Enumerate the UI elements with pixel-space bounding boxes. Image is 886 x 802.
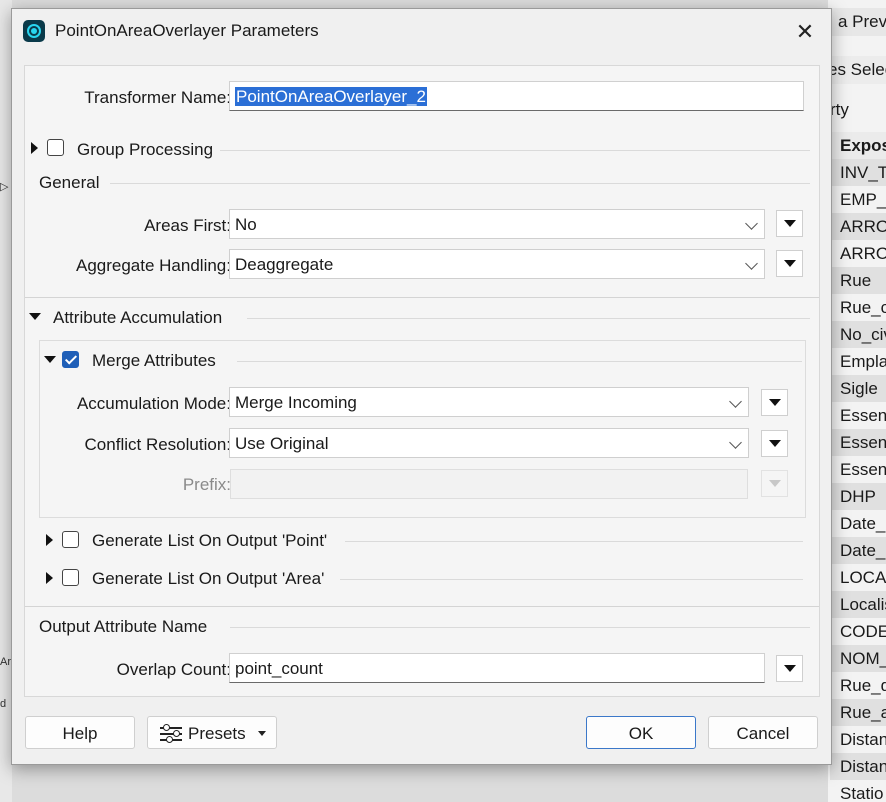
background-list-item[interactable]: Rue_d [830,672,886,699]
background-list-item[interactable]: Sigle [830,375,886,402]
background-list-item[interactable]: Localis [830,591,886,618]
background-list-item[interactable]: Date_I [830,537,886,564]
parameters-dialog: PointOnAreaOverlayer Parameters ✕ Transf… [11,8,832,765]
background-list-item[interactable]: No_civ [830,321,886,348]
divider [345,541,803,542]
merge-attributes-collapse-icon[interactable] [44,356,56,363]
presets-button[interactable]: Presets [147,716,277,749]
background-list-item[interactable]: DHP [830,483,886,510]
prefix-menu-button [761,470,788,497]
prefix-input [230,469,748,499]
background-list-item[interactable]: EMP_N [830,186,886,213]
areas-first-select[interactable]: No [229,209,765,239]
conflict-resolution-menu-button[interactable] [761,430,788,457]
areas-first-label: Areas First: [144,216,231,235]
background-list-item[interactable]: INV_T [830,159,886,186]
areas-first-value: No [235,215,257,234]
divider [340,579,803,580]
background-list-item[interactable]: NOM_ [830,645,886,672]
background-list-item[interactable]: Distan [830,726,886,753]
attribute-accumulation-collapse-icon[interactable] [29,313,41,320]
fme-app-icon [23,20,45,42]
background-tab-selection[interactable]: es Selec [828,56,886,84]
chevron-down-icon [745,257,758,270]
conflict-resolution-value: Use Original [235,434,329,453]
merge-attributes-label: Merge Attributes [92,351,216,370]
background-right-panel: a Previe es Selec rty Expos INV_T EMP_N … [828,0,886,802]
divider [230,627,810,628]
close-button[interactable]: ✕ [782,17,828,47]
background-list-item[interactable]: Essenc [830,402,886,429]
background-list-item[interactable]: ARRO [830,240,886,267]
accumulation-mode-select[interactable]: Merge Incoming [229,387,749,417]
group-processing-label: Group Processing [77,140,214,159]
background-list-item[interactable]: Rue_a [830,699,886,726]
background-attribute-list: Expos INV_T EMP_N ARRO ARRO Rue Rue_c No… [830,132,886,802]
overlap-count-menu-button[interactable] [776,655,803,682]
list-area-expand-icon[interactable] [46,572,53,584]
list-area-label: Generate List On Output 'Area' [92,569,325,588]
background-list-item[interactable]: Rue [830,267,886,294]
title-bar[interactable]: PointOnAreaOverlayer Parameters ✕ [12,9,831,53]
aggregate-handling-menu-button[interactable] [776,250,803,277]
background-list-item[interactable]: ARRO [830,213,886,240]
list-point-checkbox[interactable] [62,531,79,548]
sliders-icon [160,724,182,743]
divider [110,183,810,184]
divider [247,318,810,319]
divider [237,361,802,362]
background-list-item[interactable]: Statio [830,780,886,802]
list-area-checkbox[interactable] [62,569,79,586]
chevron-down-icon [729,436,742,449]
chevron-down-icon [258,731,266,736]
background-list-item[interactable]: LOCAL [830,564,886,591]
presets-label: Presets [188,724,246,743]
list-point-expand-icon[interactable] [46,534,53,546]
background-list-item[interactable]: Rue_c [830,294,886,321]
background-left-mark: d [0,698,7,710]
background-list-item[interactable]: Essenc [830,429,886,456]
aggregate-handling-label: Aggregate Handling: [75,256,231,275]
background-tab-preview[interactable]: a Previe [828,8,886,36]
chevron-down-icon [745,217,758,230]
background-list-item[interactable]: Essenc [830,456,886,483]
divider [25,606,819,607]
cancel-button[interactable]: Cancel [708,716,818,749]
overlap-count-input[interactable]: point_count [229,653,765,683]
aggregate-handling-select[interactable]: Deaggregate [229,249,765,279]
transformer-name-label: Transformer Name: [84,88,231,107]
chevron-down-icon [729,395,742,408]
conflict-resolution-label: Conflict Resolution: [84,435,231,454]
parameters-panel: Transformer Name: PointOnAreaOverlayer_2… [24,65,820,697]
list-point-label: Generate List On Output 'Point' [92,531,328,550]
accumulation-mode-value: Merge Incoming [235,393,357,412]
background-left-mark: ▷ [0,181,9,193]
background-list-item[interactable]: Date_I [830,510,886,537]
divider [220,150,810,151]
dialog-title: PointOnAreaOverlayer Parameters [55,21,319,40]
output-section-header: Output Attribute Name [39,617,208,636]
transformer-name-value: PointOnAreaOverlayer_2 [235,87,427,106]
accumulation-mode-label: Accumulation Mode: [76,394,231,413]
background-list-item[interactable]: Empla [830,348,886,375]
conflict-resolution-select[interactable]: Use Original [229,428,749,458]
attribute-accumulation-header: Attribute Accumulation [53,308,223,327]
areas-first-menu-button[interactable] [776,210,803,237]
aggregate-handling-value: Deaggregate [235,255,334,274]
ok-button[interactable]: OK [586,716,696,749]
prefix-label: Prefix: [182,475,231,494]
help-button[interactable]: Help [25,716,135,749]
group-processing-expand-icon[interactable] [31,142,38,154]
background-list-item[interactable]: Distan [830,753,886,780]
transformer-name-input[interactable]: PointOnAreaOverlayer_2 [229,81,804,111]
divider [25,297,819,298]
general-section-header: General [39,173,100,192]
background-list-header: Expos [830,132,886,159]
accumulation-mode-menu-button[interactable] [761,389,788,416]
overlap-count-label: Overlap Count: [116,660,231,679]
merge-attributes-checkbox[interactable] [62,351,79,368]
background-left-mark: Ar [0,656,11,668]
background-list-item[interactable]: CODE_ [830,618,886,645]
group-processing-checkbox[interactable] [47,139,64,156]
